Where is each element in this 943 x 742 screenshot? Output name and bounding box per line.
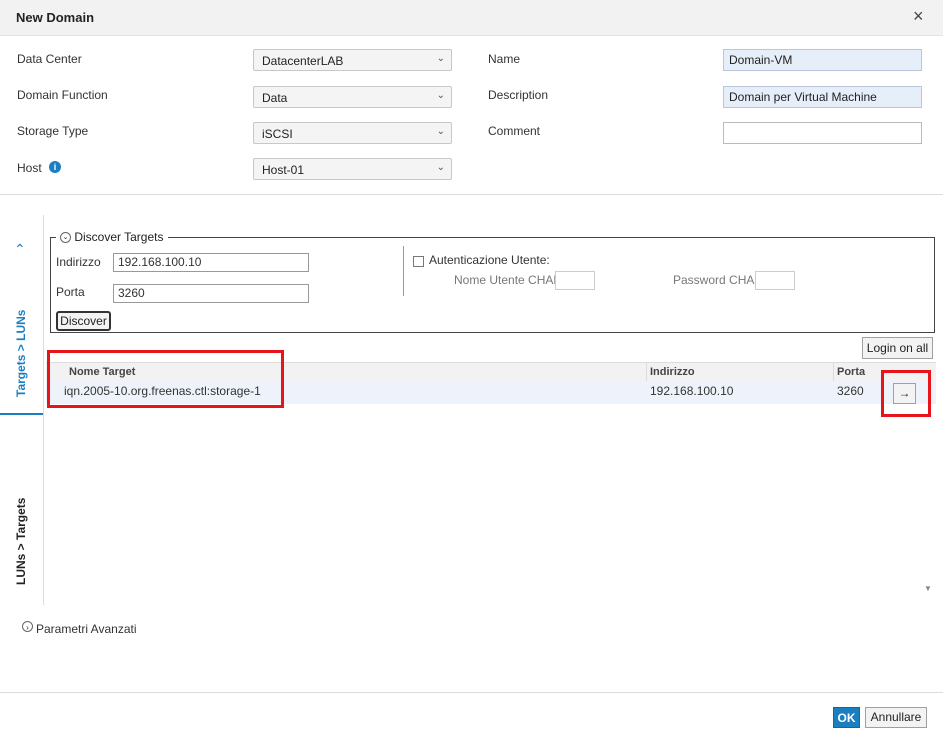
- port-input[interactable]: 3260: [113, 284, 309, 303]
- chevron-down-icon: ⌄: [436, 162, 445, 173]
- column-divider: [646, 362, 647, 381]
- storage-type-value: iSCSI: [262, 127, 293, 141]
- scroll-down-icon[interactable]: ▼: [924, 584, 932, 593]
- storage-type-label: Storage Type: [17, 124, 89, 138]
- info-icon[interactable]: i: [49, 161, 61, 173]
- dialog-header: [0, 0, 943, 36]
- chevron-down-icon: ⌄: [436, 90, 445, 101]
- chevron-up-icon[interactable]: ⌃: [14, 241, 26, 258]
- data-center-value: DatacenterLAB: [262, 54, 344, 68]
- ok-button[interactable]: OK: [833, 707, 860, 728]
- divider: [0, 194, 943, 195]
- column-divider: [833, 362, 834, 381]
- tab-luns-targets-label: LUNs > Targets: [14, 497, 28, 585]
- host-label: Host: [17, 161, 42, 175]
- name-label: Name: [488, 52, 521, 66]
- comment-label: Comment: [488, 124, 541, 138]
- close-icon[interactable]: ×: [913, 6, 924, 27]
- highlight-login-arrow: [881, 370, 931, 417]
- discover-legend-label: Discover Targets: [74, 230, 164, 244]
- chap-password-label: Password CHAP: [673, 273, 763, 287]
- storage-type-select[interactable]: iSCSI ⌄: [253, 122, 452, 144]
- separator: [403, 246, 404, 296]
- chevron-down-icon: ⌄: [436, 53, 445, 64]
- column-port[interactable]: Porta: [837, 366, 865, 378]
- expand-icon[interactable]: ›: [22, 621, 33, 632]
- advanced-params[interactable]: Parametri Avanzati: [36, 622, 137, 636]
- tab-targets-luns[interactable]: ⌃ Targets > LUNs: [0, 215, 43, 415]
- chap-user-label: Nome Utente CHAP: [454, 273, 562, 287]
- domain-function-select[interactable]: Data ⌄: [253, 86, 452, 108]
- highlight-target: [47, 350, 284, 408]
- port-label: Porta: [56, 285, 85, 299]
- vertical-tabs: ⌃ Targets > LUNs LUNs > Targets: [0, 215, 44, 605]
- host-select[interactable]: Host-01 ⌄: [253, 158, 452, 180]
- data-center-select[interactable]: DatacenterLAB ⌄: [253, 49, 452, 71]
- cancel-button[interactable]: Annullare: [865, 707, 927, 728]
- domain-function-label: Domain Function: [17, 88, 108, 102]
- host-value: Host-01: [262, 163, 305, 177]
- auth-label: Autenticazione Utente:: [429, 253, 550, 267]
- tab-luns-targets[interactable]: LUNs > Targets: [0, 415, 43, 605]
- auth-checkbox[interactable]: [413, 256, 424, 267]
- chevron-down-icon: ⌄: [436, 126, 445, 137]
- address-label: Indirizzo: [56, 255, 101, 269]
- row-port: 3260: [837, 384, 864, 398]
- discover-legend[interactable]: ⌄ Discover Targets: [56, 230, 168, 244]
- column-address[interactable]: Indirizzo: [650, 366, 695, 378]
- address-input[interactable]: 192.168.100.10: [113, 253, 309, 272]
- chap-password-input[interactable]: [755, 271, 795, 290]
- name-input[interactable]: Domain-VM: [723, 49, 922, 71]
- tab-targets-luns-label: Targets > LUNs: [14, 309, 28, 397]
- dialog-title: New Domain: [16, 10, 95, 25]
- login-on-all-button[interactable]: Login on all: [862, 337, 933, 359]
- discover-button[interactable]: Discover: [56, 311, 111, 331]
- chap-user-input[interactable]: [555, 271, 595, 290]
- row-address: 192.168.100.10: [650, 384, 734, 398]
- comment-input[interactable]: [723, 122, 922, 144]
- data-center-label: Data Center: [17, 52, 82, 66]
- description-label: Description: [488, 88, 549, 102]
- description-input[interactable]: Domain per Virtual Machine: [723, 86, 922, 108]
- collapse-icon[interactable]: ⌄: [60, 232, 71, 244]
- footer-divider: [0, 692, 943, 693]
- domain-function-value: Data: [262, 91, 288, 105]
